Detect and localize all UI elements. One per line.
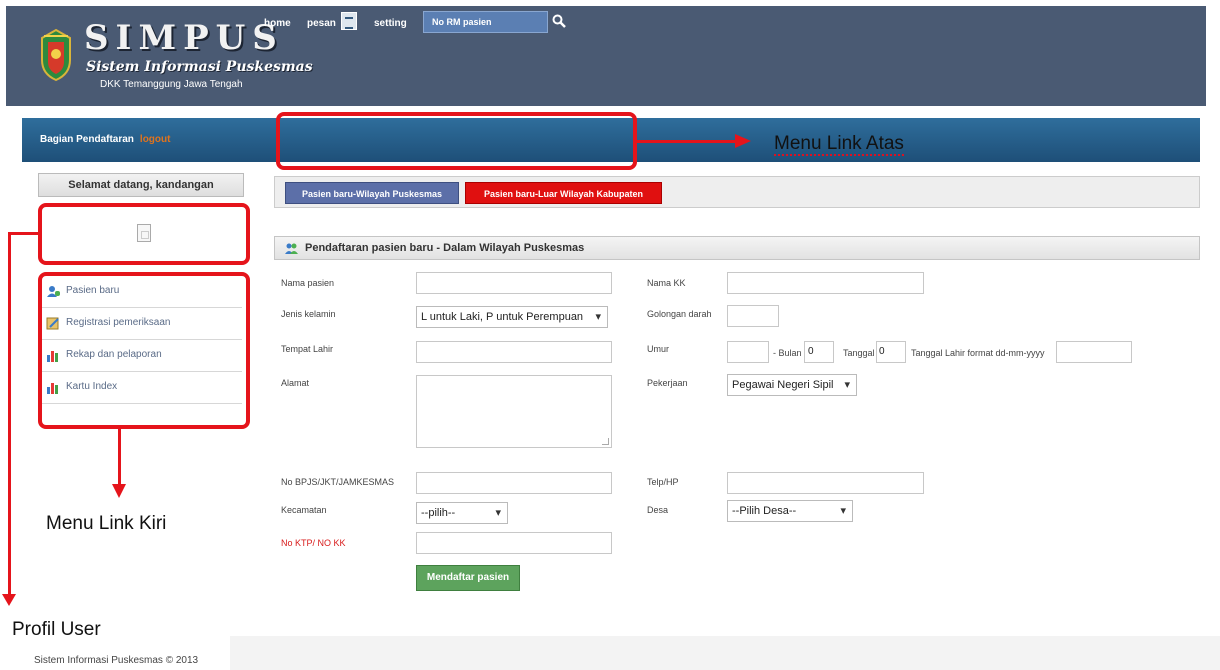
pekerjaan-select[interactable]: Pegawai Negeri Sipil [727,374,857,396]
annotation-menu-kiri: Menu Link Kiri [46,513,166,535]
section-name: Bagian Pendaftaran [40,134,134,145]
nama-kk-input[interactable] [727,272,924,294]
no-bpjs-input[interactable] [416,472,612,494]
jenis-kelamin-select[interactable]: L untuk Laki, P untuk Perempuan [416,306,608,328]
profil-user-highlight [38,203,250,265]
app-subtitle: Sistem Informasi Puskesmas [86,59,313,75]
tempat-lahir-input[interactable] [416,341,612,363]
app-header: SIMPUS Sistem Informasi Puskesmas DKK Te… [6,6,1206,106]
label-telp: Telp/HP [647,477,679,487]
app-organization: DKK Temanggung Jawa Tengah [100,79,243,90]
form-heading-text: Pendaftaran pasien baru - Dalam Wilayah … [305,242,585,254]
logout-link[interactable]: logout [140,134,171,145]
nav-setting-link[interactable]: setting [374,18,407,29]
label-no-bpjs: No BPJS/JKT/JAMKESMAS [281,477,395,487]
label-jenis-kelamin: Jenis kelamin [281,309,336,319]
annotation-menu-atas: Menu Link Atas [774,133,904,155]
menu-atas-highlight [276,112,637,170]
umur-input[interactable] [727,341,769,363]
annotation-profil-user: Profil User [12,619,101,641]
welcome-banner: Selamat datang, kandangan [38,173,244,197]
label-tanggal: Tanggal [843,348,875,358]
label-no-ktp: No KTP/ NO KK [281,538,346,548]
no-ktp-input[interactable] [416,532,612,554]
label-alamat: Alamat [281,378,310,388]
kecamatan-value: --pilih-- [421,507,456,519]
emblem-logo-icon [41,28,71,82]
alamat-textarea[interactable] [416,375,612,448]
desa-value: --Pilih Desa-- [732,505,797,517]
nav-pesan-link[interactable]: pesan [307,18,336,29]
arrow-right-icon [735,134,751,148]
tanggal-value: 0 [879,346,885,357]
label-umur: Umur [647,344,669,354]
arrow-down-icon [112,484,126,498]
footer-text: Sistem Informasi Puskesmas © 2013 [34,655,199,666]
label-desa: Desa [647,505,669,515]
app-title: SIMPUS [84,18,284,58]
jenis-kelamin-value: L untuk Laki, P untuk Perempuan [421,311,584,323]
tanggal-lahir-input[interactable] [1056,341,1132,363]
arrow-profil-horizontal [8,232,40,235]
screenshot-stage: SIMPUS Sistem Informasi Puskesmas DKK Te… [0,0,1220,670]
rm-search-input[interactable]: No RM pasien [423,11,548,33]
nav-home-link[interactable]: home [264,18,291,29]
tab-luar-wilayah[interactable]: Pasien baru-Luar Wilayah Kabupaten [465,182,662,204]
bulan-value: 0 [808,346,814,357]
telp-input[interactable] [727,472,924,494]
label-tanggal-lahir: Tanggal Lahir format dd-mm-yyyy [911,348,1045,358]
label-tempat-lahir: Tempat Lahir [281,344,334,354]
arrow-profil-vertical [8,232,11,596]
golongan-darah-input[interactable] [727,305,779,327]
annotation-menu-atas-text: Menu Link Atas [774,133,904,154]
kecamatan-select[interactable]: --pilih-- [416,502,508,524]
tab-wilayah-puskesmas[interactable]: Pasien baru-Wilayah Puskesmas [285,182,459,204]
annotation-profil-user-text: Profil User [12,619,101,640]
arrow-menu-kiri-line [118,428,121,486]
menu-kiri-highlight [38,272,250,429]
submit-button[interactable]: Mendaftar pasien [416,565,520,591]
label-nama-pasien: Nama pasien [281,278,335,288]
label-golongan-darah: Golongan darah [647,309,712,319]
desa-select[interactable]: --Pilih Desa-- [727,500,853,522]
form-heading: Pendaftaran pasien baru - Dalam Wilayah … [274,236,1200,260]
annotation-menu-kiri-text: Menu Link Kiri [46,513,167,534]
users-icon [285,243,298,254]
message-icon[interactable] [341,12,357,30]
label-nama-kk: Nama KK [647,278,686,288]
label-pekerjaan: Pekerjaan [647,378,688,388]
label-bulan: - Bulan [773,348,802,358]
nama-pasien-input[interactable] [416,272,612,294]
nav-section-label: Bagian Pendaftaran logout [40,134,170,145]
tabs-panel: Pasien baru-Wilayah Puskesmas Pasien bar… [274,176,1200,208]
footer-band [230,636,1220,670]
search-icon[interactable] [552,14,566,28]
arrow-menu-atas-line [637,140,737,143]
label-kecamatan: Kecamatan [281,505,327,515]
pekerjaan-value: Pegawai Negeri Sipil [732,379,834,391]
arrow-down-icon [2,594,16,606]
